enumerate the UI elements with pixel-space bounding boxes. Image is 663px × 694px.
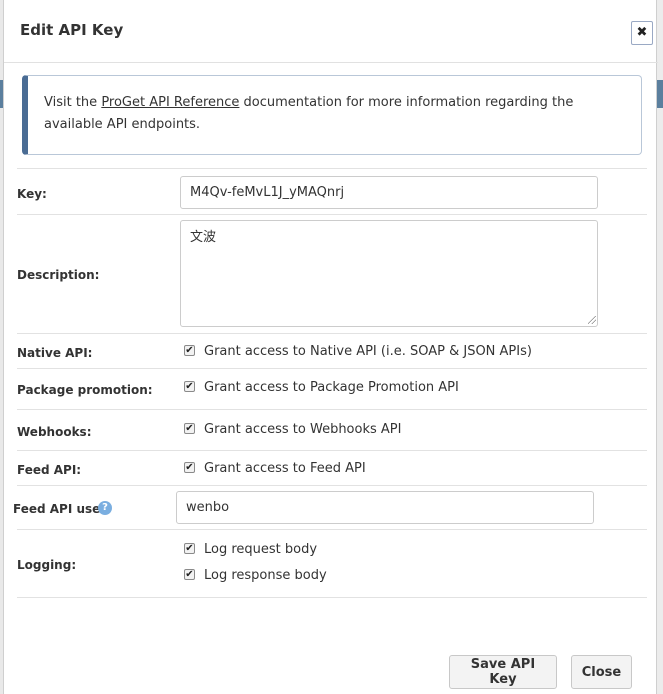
title-divider [4,62,658,63]
feed-api-label: Feed API: [17,463,82,477]
row-divider [17,597,647,598]
description-field[interactable]: 文波 [180,220,598,327]
row-divider [17,409,647,410]
webhooks-label: Webhooks: [17,425,92,439]
row-divider [17,333,647,334]
info-callout: Visit the ProGet API Reference documenta… [22,75,642,155]
log-response-checkbox[interactable]: ✔ [184,569,195,580]
native-api-checkbox[interactable]: ✔ [184,345,195,356]
key-label: Key: [17,187,47,201]
row-divider [17,368,647,369]
package-promotion-label: Package promotion: [17,383,153,397]
edit-api-key-dialog: Edit API Key ✖ Visit the ProGet API Refe… [3,0,658,694]
row-divider [17,485,647,486]
row-divider [17,450,647,451]
feed-api-user-field[interactable] [176,491,594,524]
backdrop-header-bar [657,80,663,108]
close-icon[interactable]: ✖ [631,21,653,45]
close-button[interactable]: Close [571,655,632,689]
feed-api-checkbox-label[interactable]: Grant access to Feed API [204,461,366,476]
help-icon[interactable]: ? [98,501,112,515]
webhooks-checkbox-label[interactable]: Grant access to Webhooks API [204,422,401,437]
dialog-title: Edit API Key [20,21,124,39]
log-response-checkbox-label[interactable]: Log response body [204,568,327,583]
native-api-label: Native API: [17,346,93,360]
row-divider [17,529,647,530]
resize-grip-icon[interactable] [588,316,596,324]
feed-api-checkbox[interactable]: ✔ [184,462,195,473]
row-divider [17,168,647,169]
info-text: Visit the ProGet API Reference documenta… [44,92,604,136]
log-request-checkbox-label[interactable]: Log request body [204,542,317,557]
proget-api-reference-link[interactable]: ProGet API Reference [101,95,239,110]
info-text-prefix: Visit the [44,95,102,110]
webhooks-checkbox[interactable]: ✔ [184,423,195,434]
log-request-checkbox[interactable]: ✔ [184,543,195,554]
key-field[interactable] [180,176,598,209]
save-api-key-button[interactable]: Save API Key [449,655,557,689]
native-api-checkbox-label[interactable]: Grant access to Native API (i.e. SOAP & … [204,344,532,359]
package-promotion-checkbox[interactable]: ✔ [184,381,195,392]
backdrop-right-edge [657,0,663,694]
package-promotion-checkbox-label[interactable]: Grant access to Package Promotion API [204,380,459,395]
description-label: Description: [17,268,100,282]
logging-label: Logging: [17,558,77,572]
row-divider [17,214,647,215]
feed-api-user-label: Feed API user: [13,502,112,516]
